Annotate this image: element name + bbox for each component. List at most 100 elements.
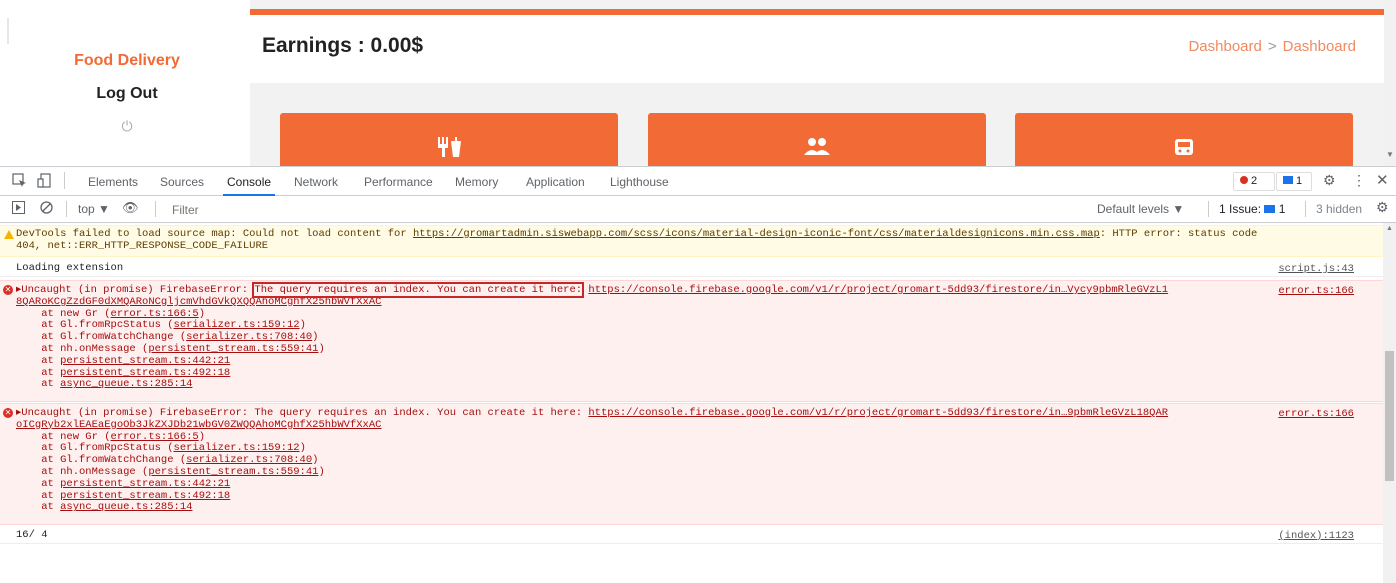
console-filter-bar: top ▼ 👁 Default levels ▼ 1 Issue: 1 3 hi… <box>0 196 1396 223</box>
stack-frame-link[interactable]: persistent_stream.ts:559:41 <box>148 343 318 355</box>
tab-console[interactable]: Console <box>222 175 276 196</box>
firebase-index-link-cont[interactable]: 8QARoKCgZzdGF0dXMQARoNCgljcmVhdGVkQXQQAh… <box>16 296 1383 309</box>
stack-frame: at persistent_stream.ts:492:18 <box>16 489 1383 503</box>
tab-divider <box>64 172 65 189</box>
stack-frame-link[interactable]: error.ts:166:5 <box>111 431 199 443</box>
stack-frame-link[interactable]: persistent_stream.ts:442:21 <box>60 478 230 490</box>
error-prefix: ▸Uncaught (in promise) FirebaseError: Th… <box>16 407 589 419</box>
show-sidebar-icon[interactable] <box>12 201 25 217</box>
car-icon <box>1175 139 1193 155</box>
live-expression-eye-icon[interactable]: 👁 <box>122 200 139 216</box>
stack-frame-link[interactable]: error.ts:166:5 <box>111 308 199 320</box>
stack-frame-link[interactable]: persistent_stream.ts:442:21 <box>60 355 230 367</box>
stack-frame-link[interactable]: serializer.ts:159:12 <box>174 319 300 331</box>
error-count-badge[interactable]: 2 <box>1233 172 1275 191</box>
error-source-link[interactable]: error.ts:166 <box>1278 408 1354 420</box>
tab-application[interactable]: Application <box>526 175 585 189</box>
firebase-index-link-cont[interactable]: oICgRyb2xlEAEaEgoOb3JkZXJDb21wbGV0ZWQQAh… <box>16 419 1383 432</box>
error-prefix: ▸Uncaught (in promise) FirebaseError: <box>16 284 255 296</box>
stack-frame-text: at <box>16 477 61 490</box>
page-header: Earnings : 0.00$ Dashboard > Dashboard <box>250 15 1384 83</box>
device-toolbar-icon[interactable] <box>37 173 52 191</box>
stat-card-orders[interactable] <box>280 113 618 166</box>
tab-lighthouse[interactable]: Lighthouse <box>610 175 669 189</box>
stack-frame-link[interactable]: serializer.ts:708:40 <box>186 331 312 343</box>
inspect-element-icon[interactable] <box>12 173 27 191</box>
stack-frame-text: at Gl.fromRpcStatus ( <box>16 442 174 455</box>
stack-frame-text: at Gl.fromRpcStatus ( <box>16 319 174 332</box>
stack-frame-link[interactable]: async_queue.ts:285:14 <box>60 501 192 513</box>
source-map-link[interactable]: https://gromartadmin.siswebapp.com/scss/… <box>413 228 1100 240</box>
message-icon <box>1283 176 1293 184</box>
stat-card-vehicles[interactable] <box>1015 113 1353 166</box>
tab-performance[interactable]: Performance <box>364 175 433 189</box>
message-count-badge[interactable]: 1 <box>1276 172 1312 191</box>
log-source-link[interactable]: script.js:43 <box>1278 263 1354 275</box>
error-count: 2 <box>1251 175 1258 187</box>
filter-divider-4 <box>1305 201 1306 217</box>
scroll-down-icon[interactable]: ▼ <box>1386 150 1394 159</box>
stack-frame-text: at <box>16 489 61 502</box>
error-circle-icon: ✕ <box>3 408 13 418</box>
warning-icon <box>4 230 14 239</box>
stack-frame-close: ) <box>198 430 206 443</box>
brand-name[interactable]: Food Delivery <box>0 52 254 70</box>
stat-card-users[interactable] <box>648 113 986 166</box>
console-filter-input[interactable] <box>170 200 1094 219</box>
console-scrollbar[interactable]: ▲ <box>1383 223 1396 583</box>
error-circle-icon: ✕ <box>3 285 13 295</box>
stack-frame-link[interactable]: async_queue.ts:285:14 <box>60 378 192 390</box>
stack-frame-text: at Gl.fromWatchChange ( <box>16 331 187 344</box>
settings-gear-icon[interactable]: ⚙ <box>1323 172 1336 189</box>
issues-label: 1 Issue: <box>1219 202 1262 216</box>
error-source-link[interactable]: error.ts:166 <box>1278 285 1354 297</box>
firebase-index-link[interactable]: https://console.firebase.google.com/v1/r… <box>588 284 1168 296</box>
filter-divider <box>66 201 67 217</box>
error-icon <box>1240 176 1248 184</box>
stack-frame-text: at nh.onMessage ( <box>16 342 149 355</box>
tab-elements[interactable]: Elements <box>88 175 138 189</box>
filter-divider-3 <box>1208 201 1209 217</box>
stack-frame-link[interactable]: serializer.ts:159:12 <box>174 442 300 454</box>
tab-network[interactable]: Network <box>294 175 338 189</box>
console-output: DevTools failed to load source map: Coul… <box>0 223 1383 583</box>
power-icon[interactable]: ⏻ <box>0 118 254 135</box>
breadcrumb-item-dashboard[interactable]: Dashboard <box>1188 38 1261 55</box>
clear-console-icon[interactable] <box>40 201 53 217</box>
console-settings-gear-icon[interactable]: ⚙ <box>1376 199 1389 216</box>
log-source-link[interactable]: (index):1123 <box>1278 530 1354 542</box>
devtools-tabbar: Elements Sources Console Network Perform… <box>0 167 1396 196</box>
tab-sources[interactable]: Sources <box>160 175 204 189</box>
stack-frame-link[interactable]: persistent_stream.ts:492:18 <box>60 367 230 379</box>
stack-frame: at persistent_stream.ts:492:18 <box>16 367 1383 380</box>
stack-frame-link[interactable]: persistent_stream.ts:492:18 <box>60 490 230 502</box>
message-count: 1 <box>1296 175 1303 187</box>
log-text: Loading extension <box>16 262 124 274</box>
default-levels-dropdown[interactable]: Default levels ▼ <box>1097 202 1184 216</box>
logout-link[interactable]: Log Out <box>0 85 254 103</box>
stack-frame-close: ) <box>312 331 319 344</box>
users-icon <box>804 138 830 155</box>
close-devtools-icon[interactable]: ✕ <box>1376 171 1389 189</box>
breadcrumb: Dashboard > Dashboard <box>1188 38 1356 55</box>
tab-memory[interactable]: Memory <box>455 175 498 189</box>
console-scrollbar-thumb[interactable] <box>1385 351 1394 481</box>
context-selector[interactable]: top ▼ <box>78 202 110 216</box>
issues-button[interactable]: 1 Issue: 1 <box>1219 202 1285 216</box>
breadcrumb-item-current: Dashboard <box>1282 38 1356 55</box>
chevron-right-icon: > <box>1267 38 1277 55</box>
page-scrollbar[interactable]: ▼ <box>1384 0 1396 166</box>
firebase-index-link[interactable]: https://console.firebase.google.com/v1/r… <box>588 407 1168 419</box>
stack-frame-text: at <box>16 378 61 391</box>
console-log-message: Loading extension script.js:43 <box>0 260 1383 277</box>
stack-frame-link[interactable]: serializer.ts:708:40 <box>186 454 312 466</box>
more-options-icon[interactable]: ⋮ <box>1352 172 1366 189</box>
warning-text: DevTools failed to load source map: Coul… <box>16 228 413 240</box>
stack-frame: at async_queue.ts:285:14 <box>16 501 1383 514</box>
warning-suffix: : HTTP error: status code <box>1099 228 1258 240</box>
stack-frame-close: ) <box>312 454 319 467</box>
stack-frame-text: at <box>16 354 61 367</box>
stack-frame-link[interactable]: persistent_stream.ts:559:41 <box>148 466 318 478</box>
stack-frame-close: ) <box>318 465 325 478</box>
scroll-up-icon[interactable]: ▲ <box>1386 225 1393 232</box>
